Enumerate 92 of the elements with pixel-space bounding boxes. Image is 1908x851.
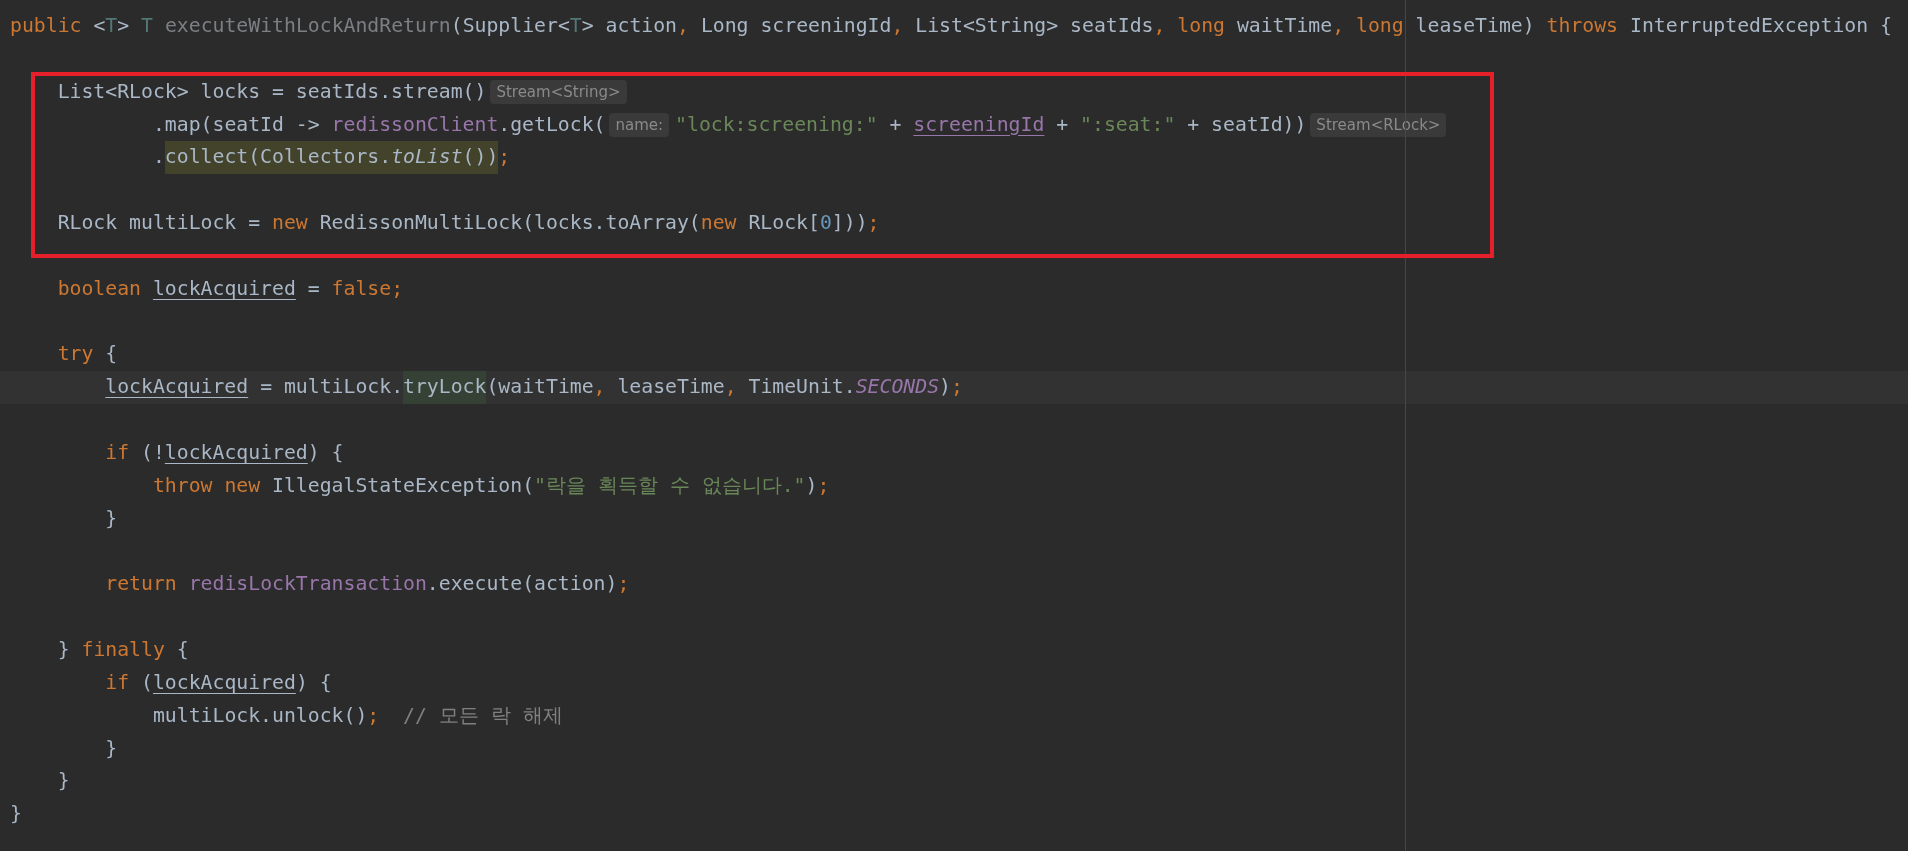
- code-text: .: [152, 144, 165, 171]
- keyword: if: [105, 439, 130, 466]
- keyword: finally: [81, 637, 165, 664]
- code-text: RedissonMultiLock(locks.toArray(: [319, 210, 701, 237]
- code-editor[interactable]: [0, 0, 1908, 851]
- code-text: InterruptedException {: [1629, 13, 1892, 39]
- code-text: leaseTime): [1415, 13, 1536, 39]
- keyword: try: [57, 341, 94, 368]
- keyword: throws: [1546, 13, 1619, 39]
- code-text: .getLock(: [498, 111, 606, 138]
- constant-name: SECONDS: [855, 374, 940, 401]
- string-literal: "lock:screening:": [675, 111, 878, 138]
- code-text: multiLock.unlock(): [152, 702, 368, 729]
- code-text: }: [10, 801, 22, 828]
- keyword: ;: [617, 571, 630, 598]
- code-text: = multiLock.: [260, 374, 404, 401]
- string-literal: "락을 획득할 수 없습니다.": [534, 472, 806, 499]
- code-text: Long screeningId: [700, 13, 892, 39]
- keyword: ;: [817, 472, 830, 499]
- code-text: ) {: [295, 669, 332, 696]
- keyword: if: [105, 669, 130, 696]
- code-text: <: [93, 13, 106, 39]
- code-text: collect(Collectors.: [164, 144, 392, 171]
- code-text: .map(seatId ->: [152, 111, 321, 138]
- code-text: (: [141, 669, 153, 696]
- type-parameter: T: [105, 13, 118, 39]
- keyword: long: [1356, 13, 1404, 39]
- variable-name: lockAcquired: [152, 275, 296, 302]
- code-text: .execute(action): [426, 571, 618, 598]
- inlay-hint: name:: [609, 112, 670, 137]
- code-text: (Supplier<: [450, 13, 570, 39]
- code-text: leaseTime: [617, 374, 725, 401]
- code-text: IllegalStateException(: [272, 472, 535, 499]
- code-text: +: [1056, 111, 1070, 138]
- code-text: >: [117, 13, 131, 39]
- variable-name: lockAcquired: [152, 669, 296, 696]
- code-text: ): [805, 472, 818, 499]
- keyword: ;: [498, 144, 511, 171]
- field-name: screeningId: [913, 111, 1045, 138]
- keyword: false;: [331, 275, 404, 302]
- code-text: (!: [141, 439, 165, 466]
- code-text: (waitTime: [486, 374, 594, 401]
- code-text: {: [105, 341, 118, 368]
- code-comment: // 모든 락 해제: [403, 702, 563, 729]
- variable-name: lockAcquired: [105, 374, 249, 401]
- code-text: > action: [581, 13, 678, 39]
- keyword: throw new: [152, 472, 261, 499]
- keyword: ;: [867, 210, 880, 237]
- code-text: RLock[: [748, 210, 820, 237]
- code-text: }: [57, 637, 70, 664]
- keyword: ,: [724, 374, 737, 401]
- code-text: =: [307, 275, 321, 302]
- keyword: new: [272, 210, 308, 237]
- code-text: + seatId)): [1187, 111, 1307, 138]
- keyword: new: [700, 210, 737, 237]
- code-text: List<String> seatIds: [915, 13, 1154, 39]
- keyword: ,: [891, 13, 904, 39]
- keyword: ,: [677, 13, 689, 39]
- code-text: List<RLock> locks = seatIds.stream(): [57, 78, 487, 105]
- string-literal: ":seat:": [1080, 111, 1176, 138]
- type-parameter: T: [141, 13, 153, 39]
- code-text: }: [105, 505, 118, 532]
- code-text: }: [105, 735, 118, 762]
- code-text: +: [889, 111, 903, 138]
- inlay-hint: Stream<RLock>: [1310, 112, 1447, 137]
- code-text: ()): [462, 144, 499, 171]
- type-parameter: T: [569, 13, 582, 39]
- inlay-hint: Stream<String>: [490, 80, 627, 105]
- keyword: ,: [593, 374, 606, 401]
- code-text: tryLock: [403, 374, 487, 401]
- keyword: long: [1177, 13, 1225, 39]
- variable-name: lockAcquired: [164, 439, 308, 466]
- code-text: RLock multiLock =: [57, 210, 262, 237]
- field-name: redissonClient: [331, 111, 499, 138]
- number-literal: 0: [819, 210, 832, 237]
- keyword: public: [10, 13, 82, 39]
- code-text: ])): [831, 210, 868, 237]
- keyword: ;: [367, 702, 380, 729]
- code-text: TimeUnit.: [748, 374, 856, 401]
- code-text: }: [57, 768, 70, 795]
- code-text: ): [939, 374, 951, 401]
- code-text: waitTime: [1236, 13, 1333, 39]
- code-text: ) {: [307, 439, 344, 466]
- code-text: {: [176, 637, 189, 664]
- keyword: return: [105, 571, 177, 598]
- method-call: toList: [391, 144, 463, 171]
- method-name: executeWithLockAndReturn: [164, 13, 451, 39]
- field-name: redisLockTransaction: [188, 571, 427, 598]
- keyword: ,: [1153, 13, 1166, 39]
- keyword: boolean: [57, 275, 141, 302]
- keyword: ;: [950, 374, 963, 401]
- keyword: ,: [1332, 13, 1345, 39]
